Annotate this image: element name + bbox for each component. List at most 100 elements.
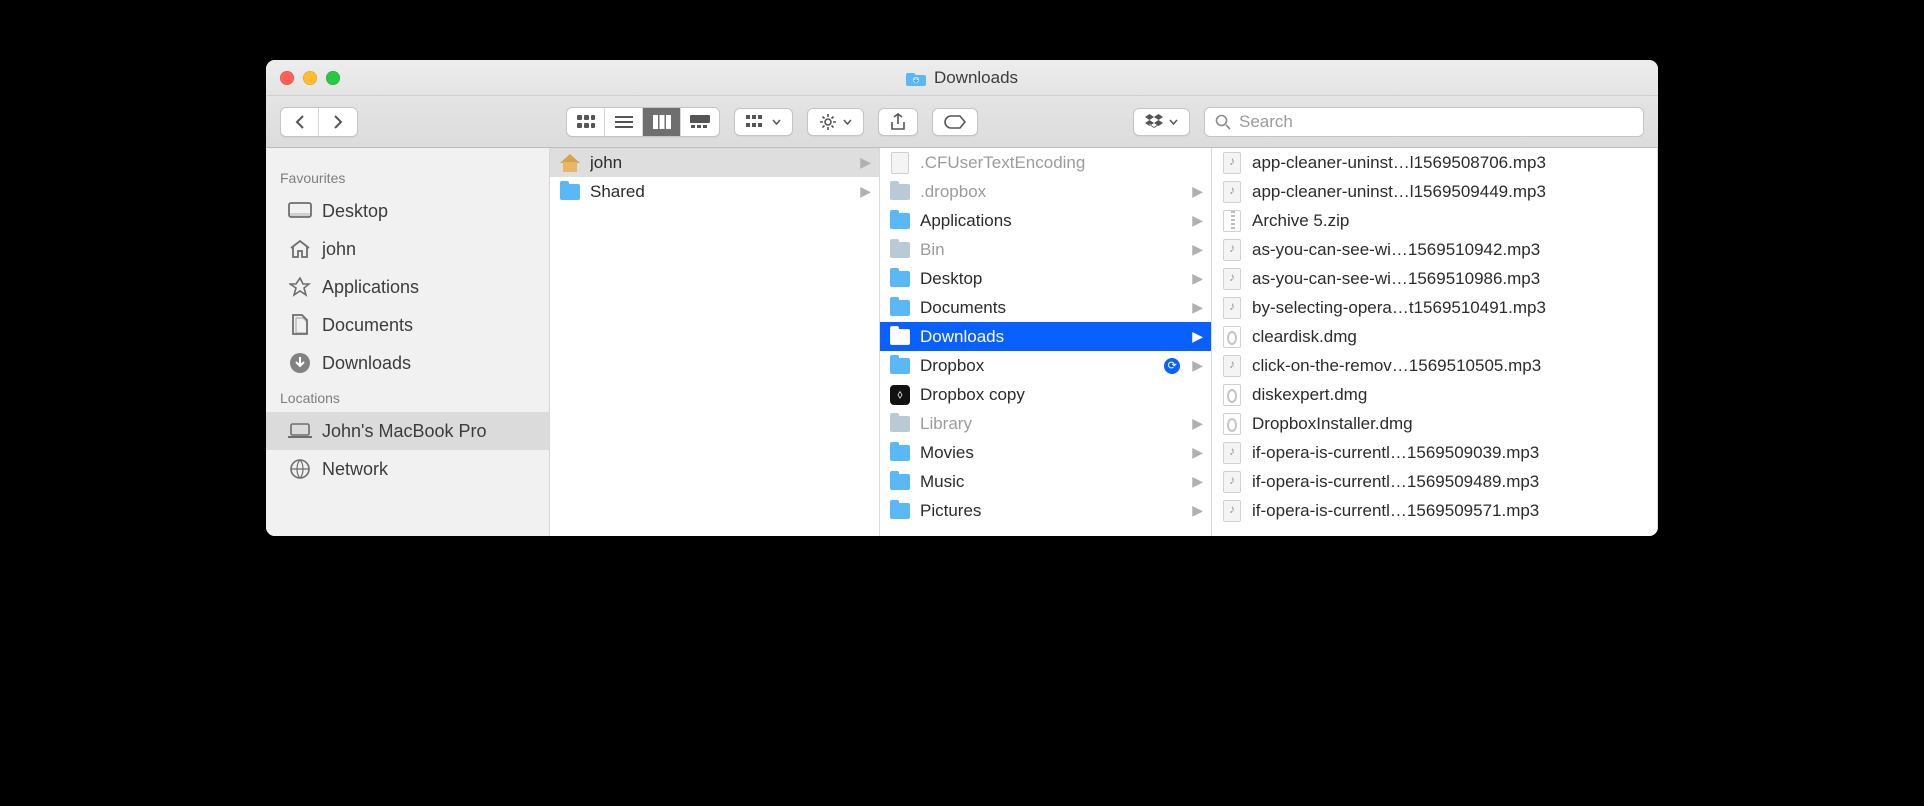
col1-row[interactable]: Shared ▶ [550,177,879,206]
folder-icon [890,358,910,374]
window-title-text: Downloads [934,68,1018,88]
disclosure-chevron-icon: ▶ [1192,357,1203,374]
window-controls [266,60,340,95]
col3-row[interactable]: app-cleaner-uninst…l1569509449.mp3 [1212,177,1657,206]
search-field[interactable] [1204,107,1644,137]
audio-icon [1222,500,1242,522]
list-view-button[interactable] [605,108,643,136]
column-2[interactable]: .CFUserTextEncoding .dropbox ▶ Applications… [880,148,1212,536]
row-label: if-opera-is-currentl…1569509571.mp3 [1252,501,1649,521]
folder-icon [890,329,910,345]
col3-row[interactable]: by-selecting-opera…t1569510491.mp3 [1212,293,1657,322]
toolbar [266,96,1658,148]
column-3[interactable]: app-cleaner-uninst…l1569508706.mp3 app-cl… [1212,148,1658,536]
sidebar-item-label: Downloads [322,353,411,374]
col3-row[interactable]: cleardisk.dmg [1212,322,1657,351]
sidebar-item-downloads[interactable]: Downloads [266,344,549,382]
col2-row[interactable]: .dropbox ▶ [880,177,1211,206]
col2-row[interactable]: Downloads ▶ [880,322,1211,351]
laptop-icon [288,423,312,439]
back-button[interactable] [281,108,319,136]
col3-row[interactable]: if-opera-is-currentl…1569509489.mp3 [1212,467,1657,496]
icon-view-button[interactable] [567,108,605,136]
zoom-window-button[interactable] [326,71,340,85]
col3-row[interactable]: if-opera-is-currentl…1569509039.mp3 [1212,438,1657,467]
disclosure-chevron-icon: ▶ [1192,183,1203,200]
row-label: as-you-can-see-wi…1569510942.mp3 [1252,240,1649,260]
sidebar-item-applications[interactable]: Applications [266,268,549,306]
sidebar-item-home[interactable]: john [266,230,549,268]
row-label: Movies [920,443,1182,463]
col2-row[interactable]: Applications▶ [880,206,1211,235]
column-view-button[interactable] [643,108,681,136]
titlebar: Downloads [266,60,1658,96]
audio-icon [1222,152,1242,174]
tags-button[interactable] [932,108,978,136]
action-menu-button[interactable] [807,108,864,136]
col2-row[interactable]: .CFUserTextEncoding [880,148,1211,177]
sidebar-item-label: John's MacBook Pro [322,421,487,442]
row-label: Applications [920,211,1182,231]
row-label: Pictures [920,501,1182,521]
col3-row[interactable]: as-you-can-see-wi…1569510942.mp3 [1212,235,1657,264]
share-icon [890,113,906,131]
window-title: Downloads [906,68,1018,88]
col2-row[interactable]: Bin▶ [880,235,1211,264]
col2-row[interactable]: Dropbox⟳▶ [880,351,1211,380]
row-label: .dropbox [920,182,1182,202]
audio-icon [1222,355,1242,377]
row-label: app-cleaner-uninst…l1569508706.mp3 [1252,153,1649,173]
sidebar-item-network[interactable]: Network [266,450,549,488]
sidebar-item-documents[interactable]: Documents [266,306,549,344]
row-label: if-opera-is-currentl…1569509489.mp3 [1252,472,1649,492]
col3-row[interactable]: app-cleaner-uninst…l1569508706.mp3 [1212,148,1657,177]
col2-row[interactable]: Documents▶ [880,293,1211,322]
share-button[interactable] [878,108,918,136]
column-1[interactable]: john▶ Shared ▶ [550,148,880,536]
col3-row[interactable]: Archive 5.zip [1212,206,1657,235]
folder-icon [890,416,910,432]
gallery-view-button[interactable] [681,108,719,136]
audio-icon [1222,471,1242,493]
row-label: Shared [590,182,850,202]
col3-row[interactable]: if-opera-is-currentl…1569509571.mp3 [1212,496,1657,525]
forward-button[interactable] [319,108,357,136]
audio-icon [1222,442,1242,464]
sidebar-item-label: Network [322,459,388,480]
tag-icon [944,115,966,129]
col3-row[interactable]: DropboxInstaller.dmg [1212,409,1657,438]
sidebar-item-desktop[interactable]: Desktop [266,192,549,230]
audio-icon [1222,297,1242,319]
col2-row[interactable]: Movies▶ [880,438,1211,467]
col2-row[interactable]: Music▶ [880,467,1211,496]
row-label: Dropbox [920,356,1154,376]
col2-row[interactable]: Library▶ [880,409,1211,438]
finder-window: Downloads [266,60,1658,536]
row-label: Downloads [920,327,1182,347]
sidebar-group-locations: Locations [266,382,549,412]
row-label: Dropbox copy [920,385,1203,405]
disclosure-chevron-icon: ▶ [860,183,871,200]
col3-row[interactable]: diskexpert.dmg [1212,380,1657,409]
col2-row[interactable]: ⬨Dropbox copy [880,380,1211,409]
minimize-window-button[interactable] [303,71,317,85]
home-icon [560,154,580,172]
col2-row[interactable]: Pictures▶ [880,496,1211,525]
disclosure-chevron-icon: ▶ [1192,328,1203,345]
group-by-button[interactable] [734,108,793,136]
sidebar-item-label: Desktop [322,201,388,222]
dropbox-toolbar-button[interactable] [1133,108,1190,136]
col2-row[interactable]: Desktop▶ [880,264,1211,293]
sidebar-item-this-mac[interactable]: John's MacBook Pro [266,412,549,450]
close-window-button[interactable] [280,71,294,85]
row-label: cleardisk.dmg [1252,327,1649,347]
chevron-down-icon [843,119,852,125]
row-label: Archive 5.zip [1252,211,1649,231]
col3-row[interactable]: click-on-the-remov…1569510505.mp3 [1212,351,1657,380]
folder-icon [890,445,910,461]
search-input[interactable] [1239,112,1633,132]
col1-row[interactable]: john▶ [550,148,879,177]
folder-icon [890,271,910,287]
sidebar-group-favourites: Favourites [266,162,549,192]
col3-row[interactable]: as-you-can-see-wi…1569510986.mp3 [1212,264,1657,293]
